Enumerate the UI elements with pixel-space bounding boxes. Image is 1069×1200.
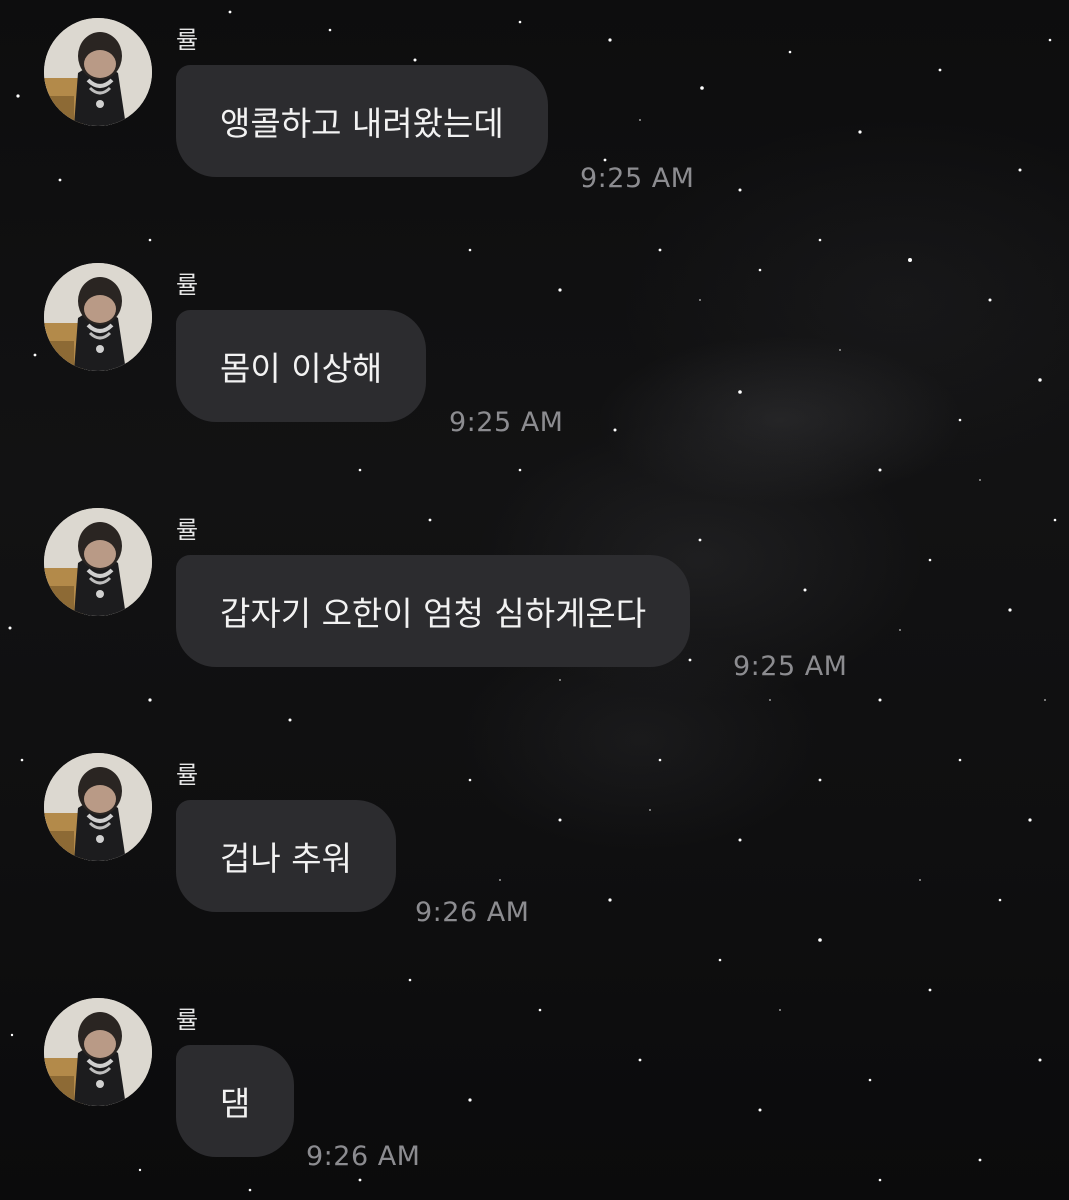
message-row: 률 댐 9:26 AM	[0, 980, 1069, 1180]
message-row: 률 앵콜하고 내려왔는데 9:25 AM	[0, 0, 1069, 200]
avatar[interactable]	[44, 18, 152, 126]
message-row: 률 겁나 추워 9:26 AM	[0, 735, 1069, 935]
sender-name: 률	[176, 1006, 199, 1034]
avatar[interactable]	[44, 263, 152, 371]
message-time: 9:25 AM	[733, 651, 848, 682]
avatar[interactable]	[44, 753, 152, 861]
sender-name: 률	[176, 516, 199, 544]
message-time: 9:26 AM	[415, 897, 530, 928]
message-row: 률 갑자기 오한이 엄청 심하게온다 9:25 AM	[0, 490, 1069, 690]
message-row: 률 몸이 이상해 9:25 AM	[0, 245, 1069, 445]
message-bubble[interactable]: 몸이 이상해	[176, 310, 427, 422]
message-bubble[interactable]: 겁나 추워	[176, 800, 396, 912]
message-time: 9:25 AM	[580, 163, 695, 194]
sender-name: 률	[176, 26, 199, 54]
message-time: 9:25 AM	[449, 407, 564, 438]
message-time: 9:26 AM	[306, 1141, 421, 1172]
message-bubble[interactable]: 앵콜하고 내려왔는데	[176, 65, 548, 177]
sender-name: 률	[176, 761, 199, 789]
message-bubble[interactable]: 갑자기 오한이 엄청 심하게온다	[176, 555, 691, 667]
avatar[interactable]	[44, 998, 152, 1106]
message-bubble[interactable]: 댐	[176, 1045, 295, 1157]
sender-name: 률	[176, 271, 199, 299]
avatar[interactable]	[44, 508, 152, 616]
